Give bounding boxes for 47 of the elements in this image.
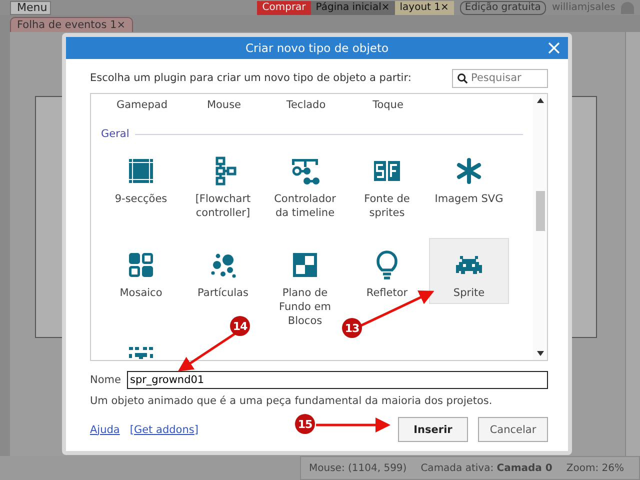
plugin-item[interactable]: Toque	[347, 99, 429, 111]
cancel-button[interactable]: Cancelar	[478, 417, 548, 442]
close-icon[interactable]	[548, 42, 560, 54]
plugin-item[interactable]: Fonte de sprites	[347, 148, 427, 220]
link[interactable]: [Get addons]	[130, 424, 198, 436]
search-icon	[457, 72, 468, 84]
asterisk-icon	[454, 156, 484, 186]
insert-button[interactable]: Inserir	[398, 417, 468, 442]
mouse-position: Mouse: (1104, 599)	[309, 462, 407, 474]
timeline-icon	[290, 156, 320, 186]
name-label: Nome	[90, 374, 121, 386]
tile-grid-icon	[126, 250, 156, 280]
group-heading: Geral	[101, 128, 130, 140]
editor-tab[interactable]: Página inicial×	[310, 0, 395, 14]
link[interactable]: Ajuda	[90, 424, 120, 436]
user-name: williamjsales	[552, 2, 616, 13]
scrollbar-thumb[interactable]	[536, 191, 544, 231]
plugin-item[interactable]: Mouse	[183, 99, 265, 111]
name-field[interactable]: spr_grownd01	[126, 371, 548, 389]
plugin-item[interactable]: Plano de Fundo em Blocos	[265, 242, 345, 328]
plugin-item[interactable]: Teclado	[265, 99, 347, 111]
menu-button[interactable]: Menu	[10, 0, 52, 14]
editor-tab[interactable]: Comprar	[257, 0, 311, 14]
editor-tab[interactable]: layout 1×	[394, 0, 454, 14]
plugin-item[interactable]: Gamepad	[101, 99, 183, 111]
nine-patch-icon	[126, 156, 156, 186]
zoom-level: Zoom: 26%	[566, 462, 624, 474]
document-tab[interactable]: Folha de eventos 1×	[10, 17, 133, 32]
active-layer: Camada ativa: Camada 0	[420, 462, 552, 474]
plugin-item[interactable]: 9-secções	[101, 148, 181, 206]
scroll-up-icon[interactable]	[536, 98, 544, 103]
dialog-title: Criar novo tipo de objeto	[245, 41, 389, 55]
description-text: Um objeto animado que é a uma peça fundamental da maioria dos projetos.	[90, 395, 494, 407]
plugin-item[interactable]: Sprite	[429, 238, 509, 304]
checker-tile-icon	[290, 250, 320, 280]
plugin-item[interactable]: Partículas	[183, 242, 263, 300]
search-field[interactable]: Pesquisar	[452, 68, 548, 88]
scrollbar[interactable]	[533, 94, 547, 360]
plugin-item[interactable]: [Flowchart controller]	[183, 148, 263, 220]
scroll-down-icon[interactable]	[536, 351, 544, 356]
plugin-item[interactable]: Controlador da timeline	[265, 148, 345, 220]
plugin-item[interactable]: Refletor	[347, 242, 427, 300]
annotation-arrow	[178, 332, 237, 372]
plugin-item[interactable]: Mosaico	[101, 242, 181, 300]
scrollbar[interactable]	[625, 32, 640, 456]
plugin-item[interactable]: Imagem SVG	[429, 148, 509, 206]
prompt-text: Escolha um plugin para criar um novo tipo de objeto a partir:	[90, 72, 412, 84]
